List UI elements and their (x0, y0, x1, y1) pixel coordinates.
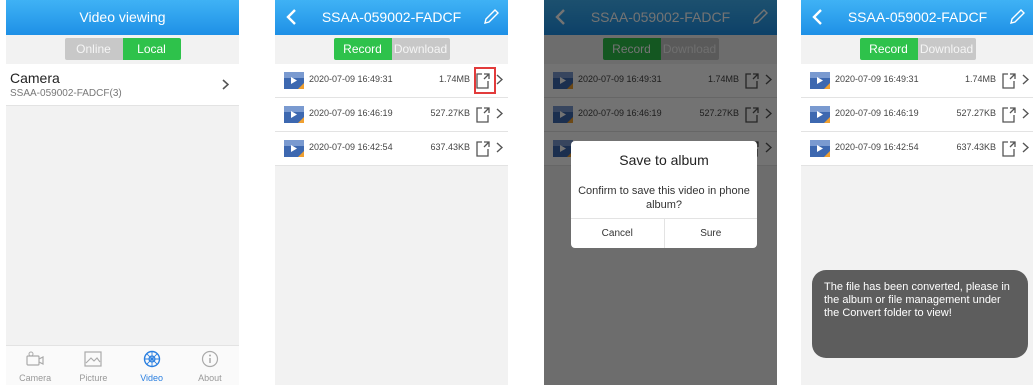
video-row[interactable]: 2020-07-09 16:42:54 637.43KB (275, 132, 508, 166)
chevron-right-icon (496, 74, 503, 85)
cancel-button[interactable]: Cancel (571, 219, 664, 248)
chevron-right-icon (1022, 74, 1029, 85)
device-title: SSAA-059002-FADCF (847, 9, 988, 25)
video-thumbnail-icon (810, 140, 830, 157)
share-icon[interactable] (474, 71, 492, 90)
header-bar: SSAA-059002-FADCF (801, 0, 1033, 35)
video-date: 2020-07-09 16:46:19 (309, 108, 393, 118)
share-icon[interactable] (474, 139, 492, 158)
video-row[interactable]: 2020-07-09 16:49:31 1.74MB (275, 64, 508, 98)
screen-save-dialog: SSAA-059002-FADCF Record Download 2020-0… (544, 0, 777, 385)
video-size: 1.74MB (964, 74, 996, 84)
video-date: 2020-07-09 16:42:54 (309, 142, 393, 152)
video-row[interactable]: 2020-07-09 16:46:19 527.27KB (275, 98, 508, 132)
video-thumbnail-icon (810, 72, 830, 89)
device-title: SSAA-059002-FADCF (321, 9, 462, 25)
camera-icon (26, 351, 44, 366)
tab-record[interactable]: Record (859, 38, 918, 60)
share-icon[interactable] (1000, 139, 1018, 158)
source-segment: Online Local (64, 38, 181, 60)
tab-picture-label: Picture (79, 373, 108, 383)
tab-picture[interactable]: Picture (64, 346, 122, 385)
video-list: 2020-07-09 16:49:31 1.74MB 2020-07-09 16… (801, 64, 1033, 166)
tab-camera-label: Camera (19, 373, 52, 383)
tab-about[interactable]: About (181, 346, 239, 385)
tab-video[interactable]: Video (123, 346, 181, 385)
video-date: 2020-07-09 16:42:54 (835, 142, 919, 152)
video-thumbnail-icon (810, 106, 830, 123)
save-album-dialog: Save to album Confirm to save this video… (571, 141, 757, 248)
video-size: 527.27KB (956, 108, 996, 118)
video-size: 1.74MB (438, 74, 470, 84)
header-bar: Video viewing (6, 0, 239, 35)
camera-name: Camera (10, 70, 60, 86)
video-icon (143, 350, 160, 368)
screen-video-viewing: Video viewing Online Local Camera SSAA-0… (6, 0, 239, 385)
chevron-right-icon (1022, 108, 1029, 119)
chevron-right-icon (496, 108, 503, 119)
video-date: 2020-07-09 16:46:19 (835, 108, 919, 118)
video-date: 2020-07-09 16:49:31 (835, 74, 919, 84)
chevron-right-icon (496, 142, 503, 153)
share-icon[interactable] (474, 105, 492, 124)
video-list: 2020-07-09 16:49:31 1.74MB 2020-07-09 16… (275, 64, 508, 166)
tab-camera[interactable]: Camera (6, 346, 64, 385)
video-row[interactable]: 2020-07-09 16:42:54 637.43KB (801, 132, 1033, 166)
dialog-buttons: Cancel Sure (571, 218, 757, 248)
chevron-right-icon (1022, 142, 1029, 153)
chevron-right-icon (222, 79, 229, 90)
share-icon[interactable] (1000, 105, 1018, 124)
tab-online[interactable]: Online (64, 38, 123, 60)
tab-download[interactable]: Download (391, 38, 450, 60)
edit-icon[interactable] (482, 8, 500, 26)
video-size: 527.27KB (430, 108, 470, 118)
camera-id: SSAA-059002-FADCF(3) (10, 88, 122, 99)
tab-download[interactable]: Download (917, 38, 976, 60)
record-segment: Record Download (859, 38, 976, 60)
video-thumbnail-icon (284, 72, 304, 89)
video-thumbnail-icon (284, 106, 304, 123)
bottom-tab-bar: Camera Picture Video About (6, 345, 239, 385)
screen-converted-toast: SSAA-059002-FADCF Record Download 2020-0… (801, 0, 1033, 385)
tab-video-label: Video (140, 373, 164, 383)
converted-toast: The file has been converted, please in t… (812, 270, 1028, 358)
video-thumbnail-icon (284, 140, 304, 157)
edit-icon[interactable] (1008, 8, 1026, 26)
video-row[interactable]: 2020-07-09 16:46:19 527.27KB (801, 98, 1033, 132)
picture-icon (84, 351, 102, 367)
tab-record[interactable]: Record (333, 38, 392, 60)
info-icon (201, 350, 218, 368)
sure-button[interactable]: Sure (663, 219, 758, 248)
dialog-title: Save to album (619, 152, 709, 168)
tab-local[interactable]: Local (122, 38, 181, 60)
camera-list-item[interactable]: Camera SSAA-059002-FADCF(3) (6, 64, 239, 106)
video-size: 637.43KB (956, 142, 996, 152)
record-segment: Record Download (333, 38, 450, 60)
dialog-message: Confirm to save this video in phone albu… (578, 185, 750, 211)
page-title: Video viewing (79, 9, 166, 25)
header-bar: SSAA-059002-FADCF (275, 0, 508, 35)
screen-record-list: SSAA-059002-FADCF Record Download 2020-0… (275, 0, 508, 385)
tab-about-label: About (198, 373, 222, 383)
video-row[interactable]: 2020-07-09 16:49:31 1.74MB (801, 64, 1033, 98)
video-date: 2020-07-09 16:49:31 (309, 74, 393, 84)
video-size: 637.43KB (430, 142, 470, 152)
share-icon[interactable] (1000, 71, 1018, 90)
